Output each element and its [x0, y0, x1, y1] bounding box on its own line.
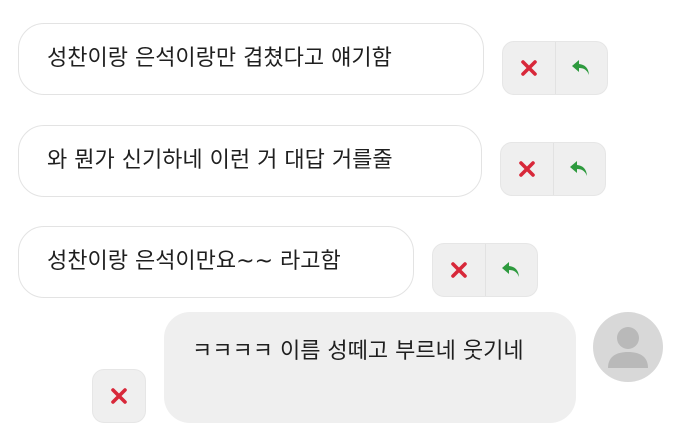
reply-arrow-icon	[499, 259, 523, 281]
reply-button[interactable]	[552, 143, 606, 195]
message-actions	[500, 142, 606, 196]
outgoing-message-bubble: ㅋㅋㅋㅋ 이름 성떼고 부르네 웃기네	[164, 312, 576, 423]
avatar[interactable]	[593, 312, 663, 382]
close-icon	[517, 159, 537, 179]
reply-button[interactable]	[554, 42, 608, 94]
message-text: 성찬이랑 은석이랑만 겹쳤다고 얘기함	[47, 46, 392, 71]
reply-button[interactable]	[484, 244, 538, 296]
delete-button[interactable]	[503, 42, 555, 94]
message-actions	[432, 243, 538, 297]
message-text: 와 뭔가 신기하네 이런 거 대답 거를줄	[47, 148, 393, 173]
message-text: ㅋㅋㅋㅋ 이름 성떼고 부르네 웃기네	[192, 339, 524, 364]
close-icon	[519, 58, 539, 78]
reply-arrow-icon	[569, 57, 593, 79]
message-actions	[502, 41, 608, 95]
delete-button[interactable]	[501, 143, 553, 195]
incoming-message-bubble: 성찬이랑 은석이만요~~ 라고함	[18, 226, 414, 298]
incoming-message-bubble: 성찬이랑 은석이랑만 겹쳤다고 얘기함	[18, 23, 484, 95]
delete-button[interactable]	[433, 244, 485, 296]
message-text: 성찬이랑 은석이만요~~ 라고함	[47, 249, 341, 274]
delete-button[interactable]	[92, 369, 146, 423]
incoming-message-bubble: 와 뭔가 신기하네 이런 거 대답 거를줄	[18, 125, 482, 197]
close-icon	[449, 260, 469, 280]
close-icon	[109, 386, 129, 406]
reply-arrow-icon	[567, 158, 591, 180]
user-avatar-icon	[593, 312, 663, 382]
